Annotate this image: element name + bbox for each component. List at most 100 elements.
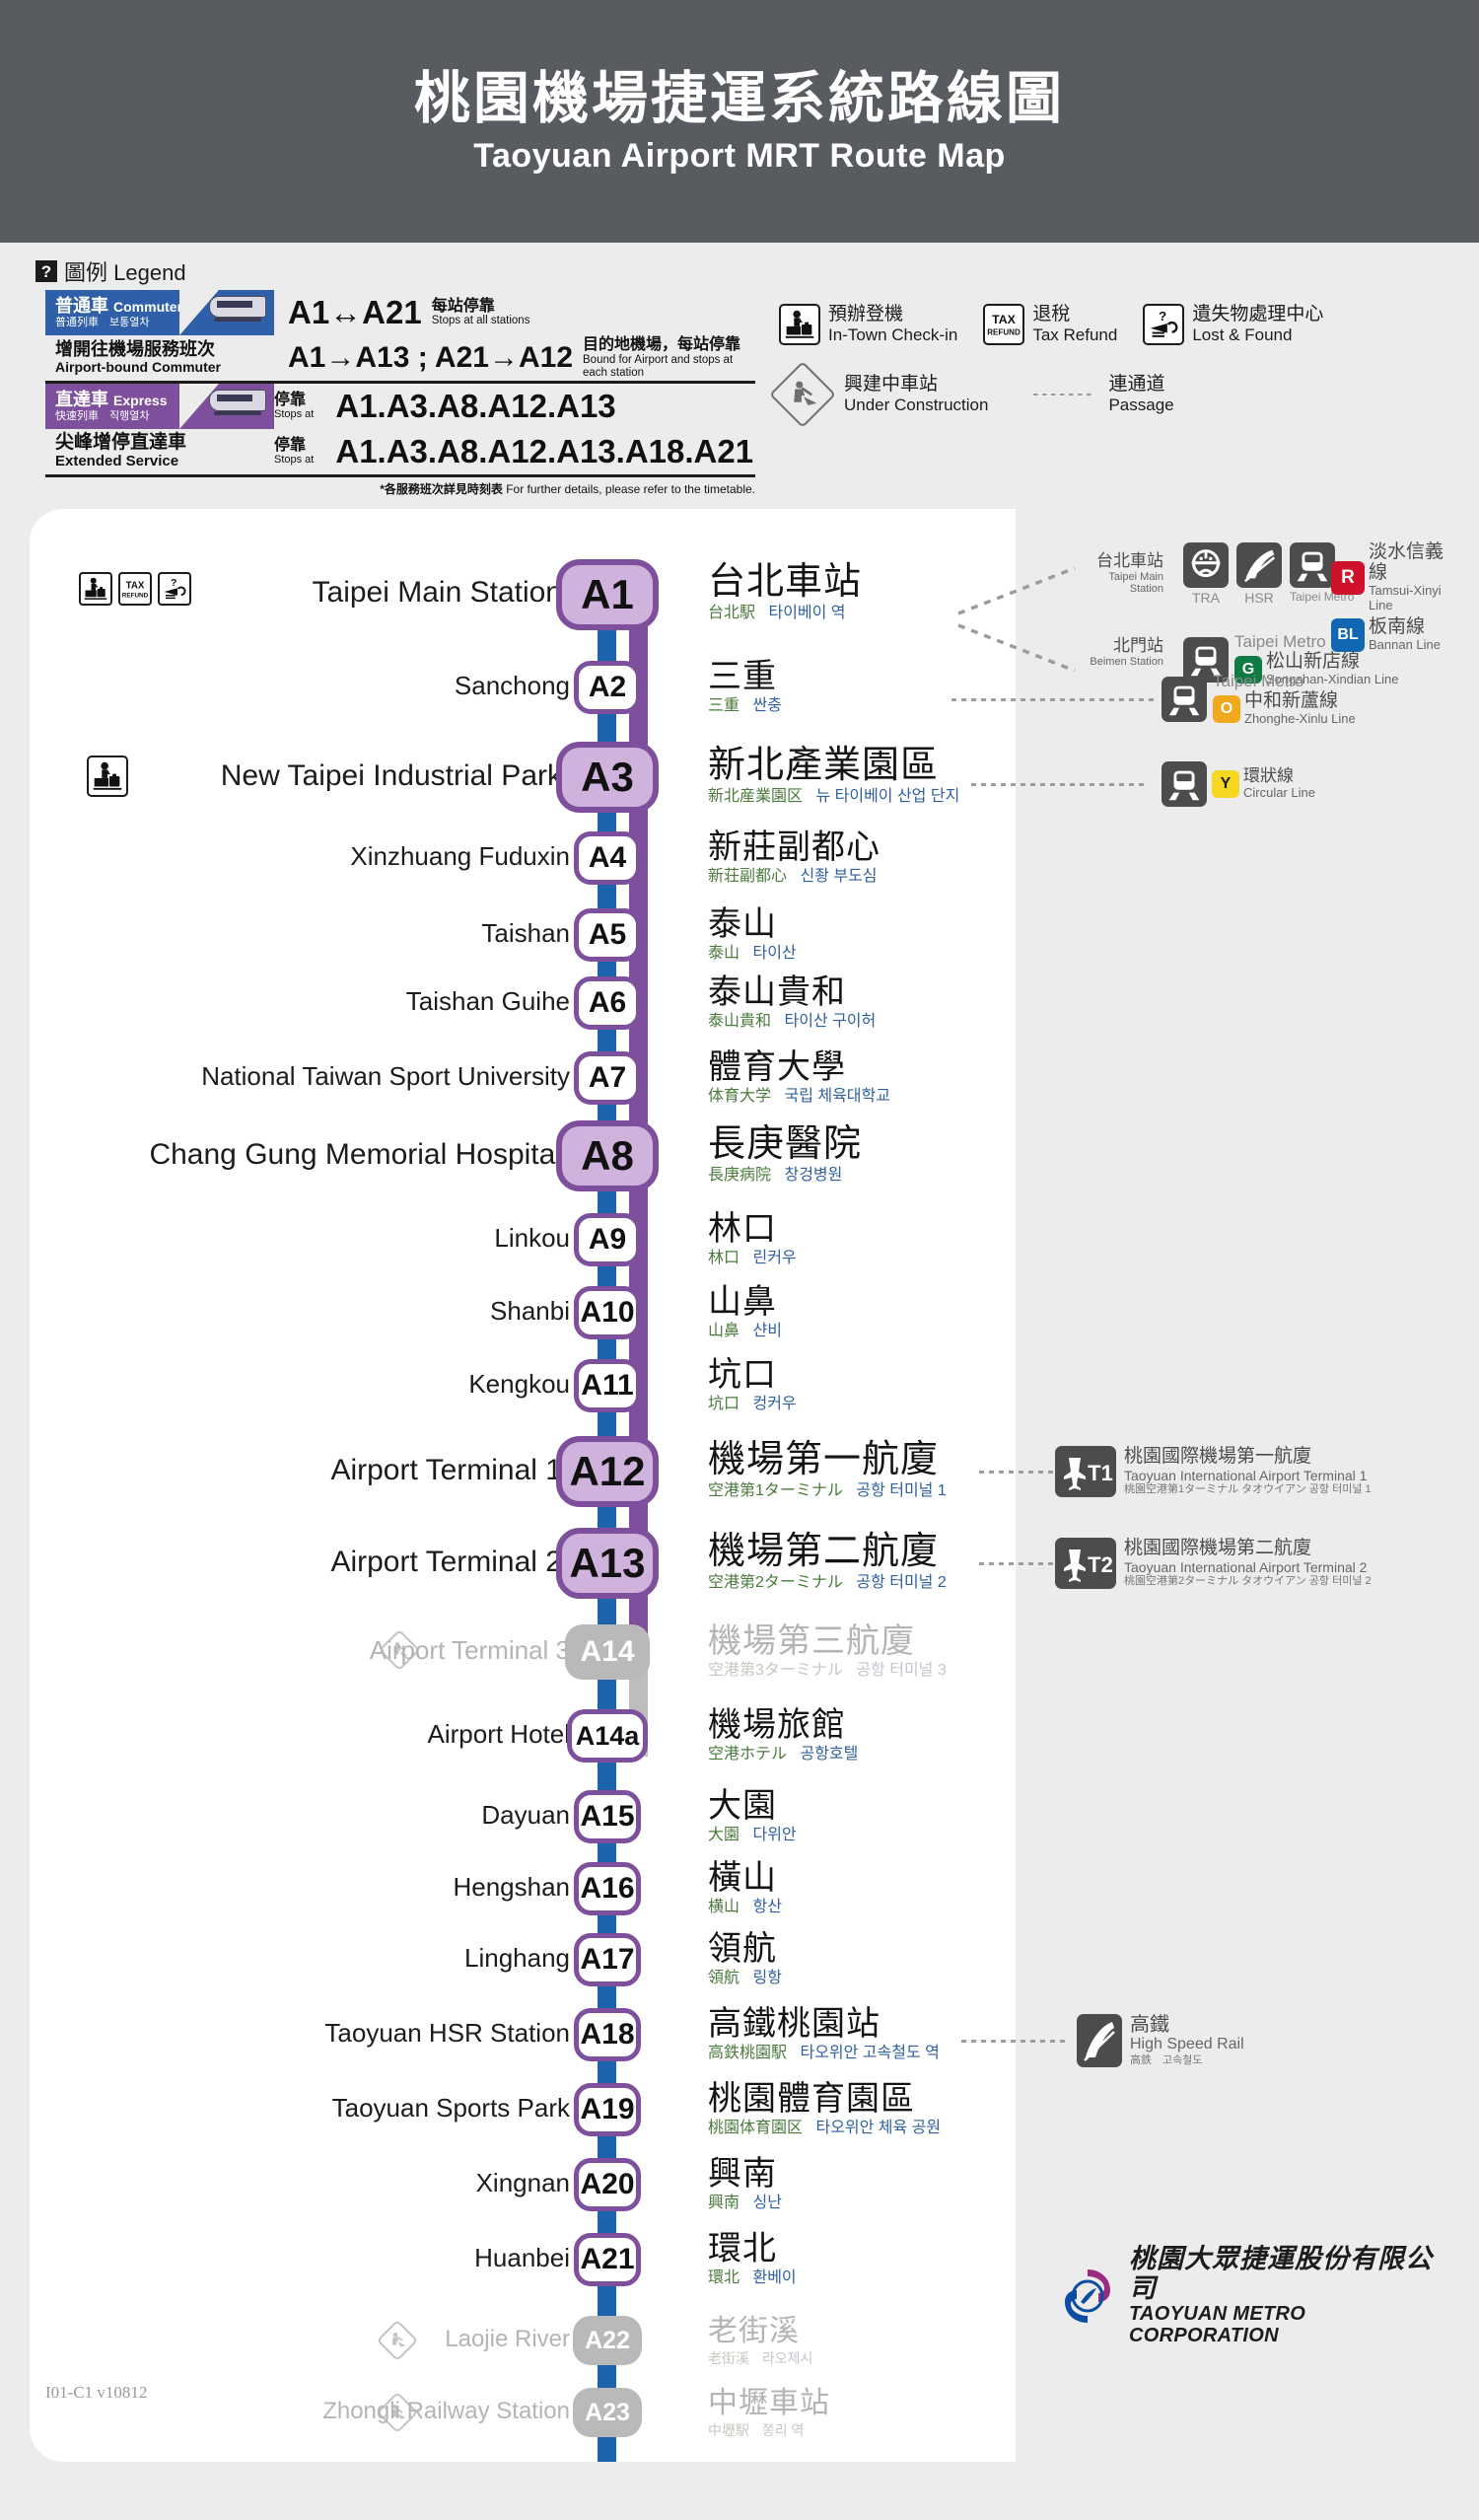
station-name-sub: 桃園体育園区 타오위안 체육 공원 (708, 2119, 941, 2139)
station-badge-A21[interactable]: A21 (574, 2233, 641, 2286)
conn-station-zh: 北門站 (1077, 637, 1163, 656)
station-name-sub: 高鉄桃園駅 타오위안 고속철도 역 (708, 2044, 940, 2064)
station-name-en: Dayuan (481, 1800, 570, 1831)
station-badge-A15[interactable]: A15 (574, 1790, 641, 1843)
station-name-ko: 라오제시 (762, 2350, 813, 2366)
station-names: 機場第一航廈 空港第1ターミナル 공항 터미널 1 (708, 1440, 947, 1502)
station-name-ja: 中壢駅 (708, 2422, 749, 2438)
line-name-zh: 環狀線 (1243, 767, 1315, 786)
terminal-name-zh: 桃園國際機場第一航廈 (1124, 1447, 1372, 1468)
station-name-zh: 橫山 (708, 1860, 782, 1896)
station-name-ja: 泰山 (708, 945, 740, 962)
station-badge-A2[interactable]: A2 (574, 661, 641, 714)
station-badge-A23[interactable]: A23 (573, 2388, 642, 2437)
station-name-sub: 新荘副都心 신좡 부도심 (708, 867, 880, 888)
station-name-ko: 다위안 (752, 1827, 796, 1843)
station-name-zh: 機場旅館 (708, 1707, 858, 1743)
station-name-sub: 空港ホテル 공항호텔 (708, 1745, 858, 1765)
station-name-ko: 싼충 (752, 697, 781, 714)
facility-label-en: Lost & Found (1192, 325, 1323, 345)
line-chip-Y: Y (1212, 770, 1239, 798)
in-town-check-in-icon (87, 756, 128, 797)
station-badge-A11[interactable]: A11 (574, 1359, 641, 1412)
station-name-sub: 新北産業園区 뉴 타이베이 산업 단지 (708, 787, 959, 808)
station-badge-A1[interactable]: A1 (556, 559, 659, 630)
station-name-ja: 高鉄桃園駅 (708, 2045, 787, 2061)
station-name-ko: 타이베이 역 (768, 605, 845, 621)
station-name-en: Chang Gung Memorial Hospital (149, 1138, 562, 1172)
station-name-ko: 환베이 (752, 2269, 796, 2286)
station-badge-A7[interactable]: A7 (574, 1051, 641, 1105)
service-code: A1.A3.A8.A12.A13 (321, 388, 625, 425)
service-tag-en: Express (113, 393, 167, 408)
station-name-ko: 공항 터미널 1 (856, 1482, 946, 1499)
station-name-sub: 林口 린커우 (708, 1249, 797, 1269)
station-badge-A19[interactable]: A19 (574, 2083, 641, 2136)
station-badge-A6[interactable]: A6 (574, 976, 641, 1030)
station-badge-A12[interactable]: A12 (556, 1436, 659, 1507)
station-name-zh: 泰山 (708, 906, 797, 942)
station-name-en: Sanchong (455, 671, 570, 701)
station-name-sub: 老街溪 라오제시 (708, 2349, 812, 2367)
station-name-ko: 공항 터미널 2 (856, 1574, 946, 1591)
station-name-sub: 横山 항산 (708, 1898, 782, 1918)
station-badge-A8[interactable]: A8 (556, 1120, 659, 1191)
station-name-en: Airport Hotel (428, 1719, 571, 1750)
station-name-ko: 샨비 (752, 1323, 781, 1339)
station-names: 山鼻 山鼻 샨비 (708, 1284, 782, 1342)
station-name-ja: 空港ホテル (708, 1746, 787, 1763)
station-badge-A4[interactable]: A4 (574, 831, 641, 885)
lost-and-found-icon: ? (1143, 304, 1184, 345)
station-name-en: New Taipei Industrial Park (221, 759, 562, 793)
station-badge-A14[interactable]: A14 (565, 1624, 650, 1680)
service-row-extended: 尖峰增停直達車 Extended Service 停靠 Stops at A1.… (45, 429, 755, 477)
station-name-zh: 台北車站 (708, 562, 862, 602)
station-name-en: Xinzhuang Fuduxin (350, 841, 570, 872)
note-en: For further details, please refer to the… (506, 482, 755, 496)
service-tag-extended: 尖峰增停直達車 Extended Service (45, 429, 274, 474)
station-names: 桃園體育園區 桃園体育園区 타오위안 체육 공원 (708, 2081, 941, 2139)
station-name-en: Kengkou (468, 1369, 570, 1400)
line-name-en: Tamsui-Xinyi Line (1369, 584, 1449, 613)
facility-label-en: Tax Refund (1032, 325, 1117, 345)
station-badge-A16[interactable]: A16 (574, 1862, 641, 1915)
station-name-zh: 三重 (708, 659, 782, 694)
station-badge-A9[interactable]: A9 (574, 1213, 641, 1266)
terminal-name-en: Taoyuan International Airport Terminal 1 (1124, 1468, 1372, 1483)
station-badge-A14a[interactable]: A14a (567, 1709, 648, 1763)
passage-label-en: Passage (1108, 396, 1173, 415)
station-name-ko: 링항 (752, 1970, 781, 1986)
station-name-zh: 新北產業園區 (708, 746, 959, 785)
connection-a1-beimen-label: 北門站 Beimen Station (1077, 637, 1163, 668)
station-names: 台北車站 台北駅 타이베이 역 (708, 562, 862, 624)
station-name-zh: 老街溪 (708, 2316, 812, 2347)
station-names: 大園 大園 다위안 (708, 1788, 797, 1846)
station-badge-A10[interactable]: A10 (574, 1286, 641, 1339)
station-name-zh: 山鼻 (708, 1284, 782, 1320)
station-badge-A20[interactable]: A20 (574, 2158, 641, 2211)
station-name-zh: 機場第二航廈 (708, 1532, 947, 1571)
hsr-name-sub: 高鉄 고속철도 (1130, 2054, 1244, 2067)
legend-in-town-check-in: 預辦登機 In-Town Check-in (779, 304, 957, 345)
station-badge-A22[interactable]: A22 (573, 2316, 642, 2365)
route-map-panel: TAX REFUND ? Taipei Main Station A1 台北車站… (30, 509, 1449, 2462)
station-badge-A17[interactable]: A17 (574, 1933, 641, 1986)
station-badge-A3[interactable]: A3 (556, 742, 659, 813)
station-name-zh: 泰山貴和 (708, 974, 876, 1010)
station-badge-A5[interactable]: A5 (574, 908, 641, 962)
in-town-check-in-icon (79, 572, 112, 606)
station-name-sub: 長庚病院 창겅병원 (708, 1166, 862, 1187)
station-name-zh: 環北 (708, 2231, 797, 2267)
station-names: 領航 領航 링항 (708, 1931, 782, 1989)
a13-leader-dots (979, 1562, 1053, 1565)
station-name-ja: 桃園体育園区 (708, 2120, 803, 2136)
taipei-metro-icon (1162, 677, 1207, 722)
station-badge-A18[interactable]: A18 (574, 2008, 641, 2061)
express-train-icon (179, 384, 274, 429)
station-names: 中壢車站 中壢駅 쫑리 역 (708, 2388, 830, 2439)
hsr-caption: HSR (1236, 590, 1282, 606)
station-name-zh: 長庚醫院 (708, 1124, 862, 1164)
station-badge-A13[interactable]: A13 (556, 1528, 659, 1599)
station-name-ko: 컹커우 (752, 1396, 796, 1412)
operator-name: Taipei Metro (1213, 673, 1356, 691)
